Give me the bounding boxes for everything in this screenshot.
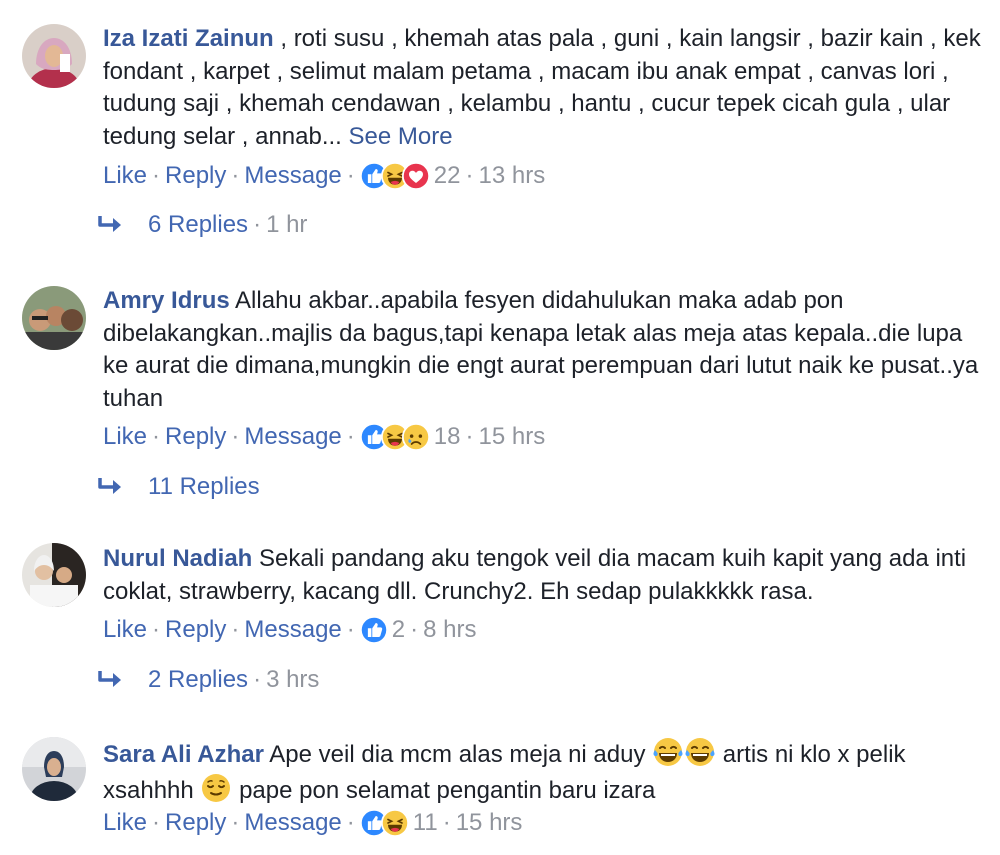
timestamp[interactable]: 13 hrs xyxy=(478,159,545,193)
reaction-count[interactable]: 22 xyxy=(434,159,461,193)
separator-dot: · xyxy=(346,616,355,643)
message-link[interactable]: Message xyxy=(244,159,341,193)
timestamp[interactable]: 8 hrs xyxy=(423,613,476,647)
separator-dot: · xyxy=(231,162,240,189)
separator-dot: · xyxy=(442,809,451,836)
separator-dot: · xyxy=(253,211,262,238)
avatar[interactable] xyxy=(22,543,86,607)
reply-link[interactable]: Reply xyxy=(165,613,226,647)
like-link[interactable]: Like xyxy=(103,806,147,840)
replies-timestamp: 1 hr xyxy=(266,211,308,238)
comment-text: pape pon selamat pengantin baru izara xyxy=(232,776,656,804)
view-replies[interactable]: 11 Replies xyxy=(96,470,260,504)
haha-icon xyxy=(381,809,409,837)
timestamp[interactable]: 15 hrs xyxy=(478,420,545,454)
laugh-cry-emoji-icon xyxy=(684,736,716,768)
commenter-name[interactable]: Nurul Nadiah xyxy=(103,545,252,572)
separator-dot: · xyxy=(253,666,262,693)
replies-count-link[interactable]: 2 Replies xyxy=(148,663,248,697)
like-link[interactable]: Like xyxy=(103,159,147,193)
reaction-count[interactable]: 11 xyxy=(413,806,438,840)
replies-timestamp: 3 hrs xyxy=(266,666,320,693)
separator-dot: · xyxy=(231,809,240,836)
separator-dot: · xyxy=(152,162,161,189)
commenter-name[interactable]: Sara Ali Azhar xyxy=(103,741,264,768)
sad-icon xyxy=(402,423,430,451)
timestamp[interactable]: 15 hrs xyxy=(456,806,523,840)
view-replies[interactable]: 2 Replies · 3 hrs xyxy=(96,663,319,697)
message-link[interactable]: Message xyxy=(244,806,341,840)
comment-body: Iza Izati Zainun , roti susu , khemah at… xyxy=(103,23,983,153)
reply-link[interactable]: Reply xyxy=(165,420,226,454)
separator-dot: · xyxy=(346,423,355,450)
separator-dot: · xyxy=(231,423,240,450)
separator-dot: · xyxy=(152,423,161,450)
love-icon xyxy=(402,162,430,190)
relieved-emoji-icon xyxy=(200,772,232,804)
commenter-name[interactable]: Amry Idrus xyxy=(103,287,230,314)
comment-actions: Like · Reply · Message · 18 · 15 hrs xyxy=(103,420,545,454)
comment-actions: Like · Reply · Message · 2 · 8 hrs xyxy=(103,613,477,647)
reaction-count[interactable]: 2 xyxy=(392,613,405,647)
separator-dot: · xyxy=(152,616,161,643)
replies-count-link[interactable]: 6 Replies xyxy=(148,208,248,242)
like-link[interactable]: Like xyxy=(103,420,147,454)
comment-body: Sara Ali Azhar Ape veil dia mcm alas mej… xyxy=(103,736,983,807)
separator-dot: · xyxy=(465,423,474,450)
reply-arrow-icon xyxy=(96,475,126,499)
message-link[interactable]: Message xyxy=(244,613,341,647)
reactions-summary[interactable] xyxy=(360,616,388,644)
separator-dot: · xyxy=(152,809,161,836)
comment-actions: Like · Reply · Message · 11 · 15 hrs xyxy=(103,806,522,840)
separator-dot: · xyxy=(465,162,474,189)
replies-count-link[interactable]: 11 Replies xyxy=(148,470,260,504)
like-icon xyxy=(360,616,388,644)
separator-dot: · xyxy=(231,616,240,643)
like-link[interactable]: Like xyxy=(103,613,147,647)
comment-actions: Like · Reply · Message · 22 · 13 hrs xyxy=(103,159,545,193)
see-more-link[interactable]: See More xyxy=(349,123,453,150)
reply-arrow-icon xyxy=(96,668,126,692)
avatar[interactable] xyxy=(22,286,86,350)
comment-text: Ape veil dia mcm alas meja ni aduy xyxy=(263,741,653,768)
separator-dot: · xyxy=(410,616,419,643)
commenter-name[interactable]: Iza Izati Zainun xyxy=(103,25,274,52)
avatar[interactable] xyxy=(22,24,86,88)
avatar[interactable] xyxy=(22,737,86,801)
laugh-cry-emoji-icon xyxy=(652,736,684,768)
comment-body: Nurul Nadiah Sekali pandang aku tengok v… xyxy=(103,543,983,608)
message-link[interactable]: Message xyxy=(244,420,341,454)
reaction-count[interactable]: 18 xyxy=(434,420,461,454)
reactions-summary[interactable] xyxy=(360,423,430,451)
reactions-summary[interactable] xyxy=(360,809,409,837)
reply-link[interactable]: Reply xyxy=(165,806,226,840)
reactions-summary[interactable] xyxy=(360,162,430,190)
reply-arrow-icon xyxy=(96,213,126,237)
reply-link[interactable]: Reply xyxy=(165,159,226,193)
comment-text: Allahu akbar..apabila fesyen didahulukan… xyxy=(103,287,979,412)
separator-dot: · xyxy=(346,809,355,836)
separator-dot: · xyxy=(346,162,355,189)
view-replies[interactable]: 6 Replies · 1 hr xyxy=(96,208,307,242)
comment-body: Amry Idrus Allahu akbar..apabila fesyen … xyxy=(103,285,983,415)
